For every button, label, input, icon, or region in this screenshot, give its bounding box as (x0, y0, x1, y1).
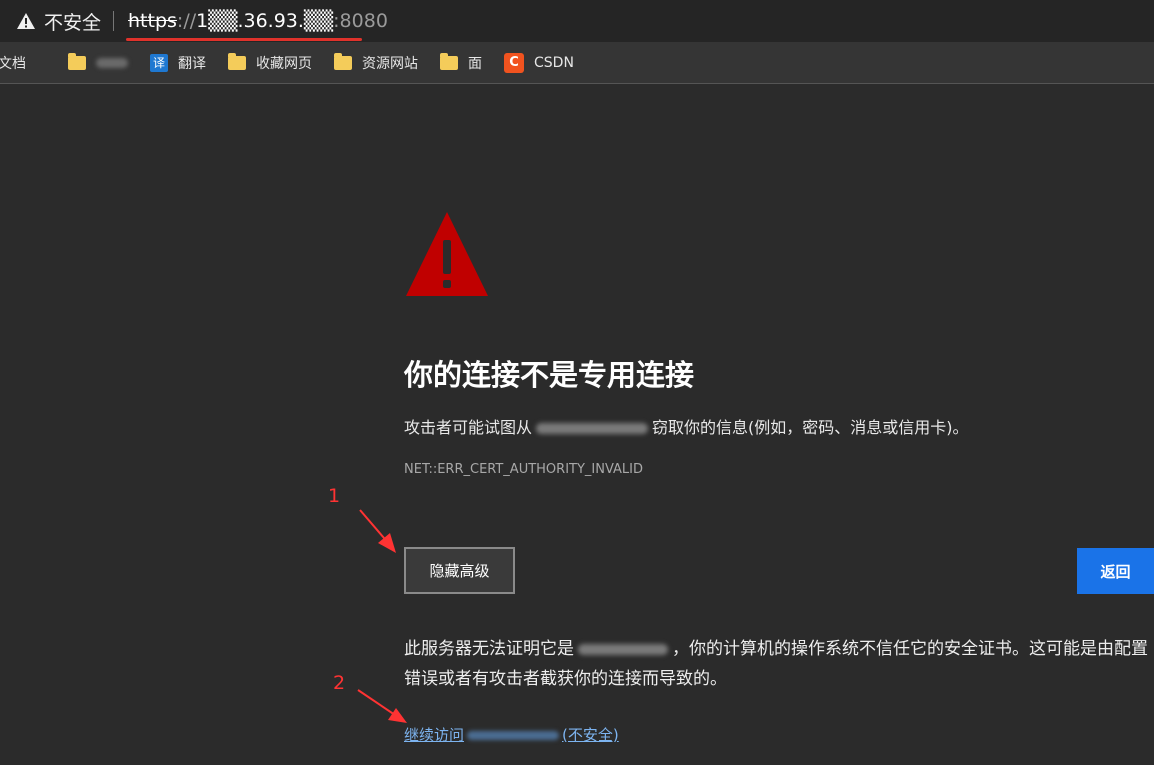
certificate-explanation: 此服务器无法证明它是 ，你的计算机的操作系统不信任它的安全证书。这可能是由配置错误… (404, 634, 1154, 694)
proceed-suffix: (不安全) (562, 726, 619, 744)
bookmark-docs[interactable]: 文档 (0, 53, 26, 73)
url-underline-annotation (126, 38, 363, 41)
bookmarks-bar: 文档 译 翻译 收藏网页 资源网站 面 C CSDN (0, 42, 1154, 84)
warning-icon[interactable] (16, 12, 36, 30)
annotation-number-1: 1 (328, 485, 341, 507)
url-slashes: :// (176, 10, 197, 32)
address-bar[interactable]: 不安全 https://1▒▒.36.93.▒▒:8080 (0, 0, 1154, 42)
insecure-label[interactable]: 不安全 (44, 8, 101, 35)
bookmark-label: 文档 (0, 55, 26, 72)
warning-triangle-icon (406, 212, 488, 296)
bookmark-label: 面 (468, 55, 482, 72)
annotation-arrow-2 (357, 689, 407, 723)
url-host: 1▒▒.36.93.▒▒ (196, 10, 334, 32)
bookmark-resources[interactable]: 资源网站 (334, 52, 418, 73)
bookmark-label: 翻译 (178, 55, 206, 72)
url-scheme: https (128, 10, 177, 32)
proceed-prefix: 继续访问 (404, 726, 465, 744)
folder-icon (440, 52, 458, 70)
proceed-unsafe-link[interactable]: 继续访问 (不安全) (404, 724, 619, 745)
url-text[interactable]: https://1▒▒.36.93.▒▒:8080 (126, 10, 388, 41)
bookmark-translate[interactable]: 译 翻译 (150, 53, 206, 73)
attack-description: 攻击者可能试图从 窃取你的信息(例如，密码、消息或信用卡)。 (404, 414, 969, 438)
redacted-host (467, 731, 560, 740)
folder-icon (68, 52, 86, 70)
bookmark-label: 收藏网页 (256, 55, 312, 72)
redacted-host (536, 423, 649, 434)
translate-icon: 译 (150, 53, 168, 72)
annotation-number-2: 2 (333, 672, 346, 694)
bookmark-label: CSDN (534, 54, 574, 71)
hide-advanced-button[interactable]: 隐藏高级 (404, 547, 515, 594)
redacted-host (578, 643, 668, 655)
url-port: :8080 (333, 10, 388, 32)
folder-icon (228, 52, 246, 70)
explain-prefix: 此服务器无法证明它是 (404, 639, 574, 659)
back-button[interactable]: 返回 (1077, 548, 1154, 594)
redacted-label (96, 57, 128, 68)
bookmark-csdn[interactable]: C CSDN (504, 52, 574, 73)
bookmark-label: 资源网站 (362, 55, 418, 72)
desc-suffix: 窃取你的信息(例如，密码、消息或信用卡)。 (652, 418, 969, 437)
bookmark-mian[interactable]: 面 (440, 52, 482, 73)
page-title: 你的连接不是专用连接 (404, 358, 695, 392)
address-divider (113, 11, 115, 31)
bookmark-favorites[interactable]: 收藏网页 (228, 52, 312, 73)
error-code: NET::ERR_CERT_AUTHORITY_INVALID (404, 462, 644, 477)
desc-prefix: 攻击者可能试图从 (404, 418, 533, 437)
annotation-arrow-1 (359, 509, 396, 553)
csdn-icon: C (504, 52, 524, 73)
bookmark-blurred-folder[interactable] (68, 52, 128, 70)
folder-icon (334, 52, 352, 70)
